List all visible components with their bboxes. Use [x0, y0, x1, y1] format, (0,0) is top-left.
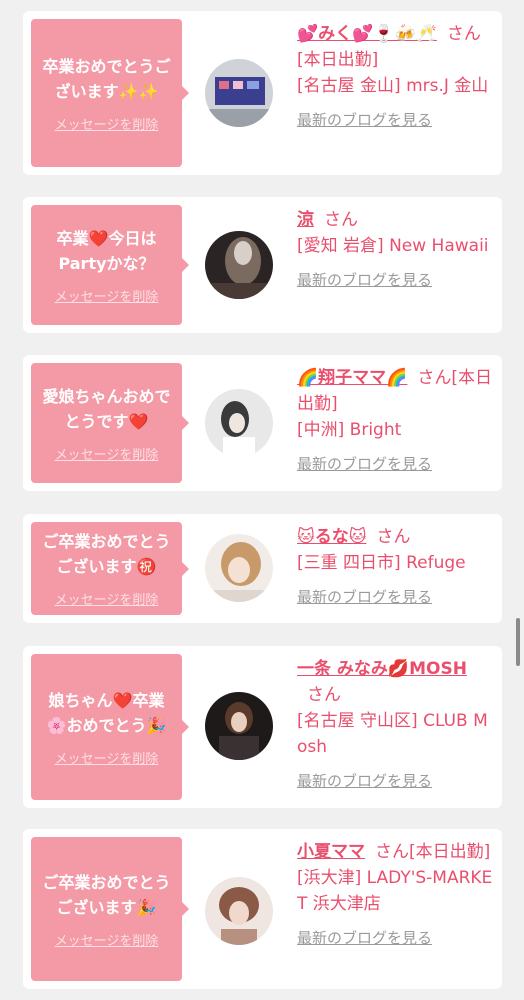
shop-location: [浜大津] LADY'S-MARKET 浜大津店 — [297, 868, 493, 914]
shop-location: [三重 四日市] Refuge — [297, 553, 466, 573]
latest-blog-link[interactable]: 最新のブログを見る — [297, 768, 493, 794]
avatar[interactable] — [205, 692, 273, 760]
sender-info: 一条 みなみ💋MOSH さん [名古屋 守山区] CLUB Mosh 最新のブログ… — [297, 656, 493, 794]
sender-info: 💕みく💕🍷🍻🥂 さん[本日出勤] [名古屋 金山] mrs.J 金山 最新のブログ… — [297, 21, 493, 133]
message-text: ご卒業おめでとうございます🎉 — [42, 872, 171, 917]
avatar[interactable] — [205, 534, 273, 602]
message-card: 愛娘ちゃんおめでとうです❤️ メッセージを削除 🌈翔子ママ🌈 さん[本日出勤] [… — [23, 355, 502, 491]
delete-message-link[interactable]: メッセージを削除 — [55, 589, 159, 608]
sender-name-link[interactable]: 涼 — [297, 210, 314, 230]
latest-blog-link[interactable]: 最新のブログを見る — [297, 107, 493, 133]
sender-name-link[interactable]: 🌈翔子ママ🌈 — [297, 368, 407, 388]
shop-location: [名古屋 金山] mrs.J 金山 — [297, 76, 489, 96]
sender-name-link[interactable]: 💕みく💕🍷🍻🥂 — [297, 24, 437, 44]
avatar[interactable] — [205, 231, 273, 299]
message-text: 卒業おめでとうございます✨✨ — [42, 56, 171, 101]
avatar[interactable] — [205, 59, 273, 127]
shop-location: [中洲] Bright — [297, 420, 402, 440]
message-bubble: 娘ちゃん❤️卒業🌸おめでとう🎉 メッセージを削除 — [31, 654, 189, 800]
delete-message-link[interactable]: メッセージを削除 — [55, 748, 159, 767]
message-text: 娘ちゃん❤️卒業🌸おめでとう🎉 — [46, 690, 167, 735]
delete-message-link[interactable]: メッセージを削除 — [55, 286, 159, 305]
delete-message-link[interactable]: メッセージを削除 — [55, 930, 159, 949]
delete-message-link[interactable]: メッセージを削除 — [55, 114, 159, 133]
sender-info: 小夏ママ さん[本日出勤] [浜大津] LADY'S-MARKET 浜大津店 最新… — [297, 839, 493, 951]
sender-suffix: さん — [376, 527, 411, 547]
message-card: 卒業おめでとうございます✨✨ メッセージを削除 💕みく💕🍷🍻🥂 さん[本日出勤] … — [23, 11, 502, 175]
sender-info: 🐱るな🐱 さん [三重 四日市] Refuge 最新のブログを見る — [297, 524, 493, 610]
latest-blog-link[interactable]: 最新のブログを見る — [297, 267, 493, 293]
message-text: 愛娘ちゃんおめでとうです❤️ — [42, 386, 171, 431]
sender-suffix: さん — [324, 210, 358, 230]
sender-name-link[interactable]: 一条 みなみ💋MOSH — [297, 659, 467, 679]
message-card: ご卒業おめでとうございます㊗️ メッセージを削除 🐱るな🐱 さん [三重 四日市]… — [23, 514, 502, 623]
avatar[interactable] — [205, 389, 273, 457]
message-bubble: ご卒業おめでとうございます🎉 メッセージを削除 — [31, 837, 189, 981]
delete-message-link[interactable]: メッセージを削除 — [55, 444, 159, 463]
shop-location: [愛知 岩倉] New Hawaii — [297, 236, 489, 256]
message-bubble: 愛娘ちゃんおめでとうです❤️ メッセージを削除 — [31, 363, 189, 483]
message-bubble: 卒業❤️今日はPartyかな？ メッセージを削除 — [31, 205, 189, 325]
sender-suffix: さん[本日出勤] — [375, 842, 491, 862]
message-card: 娘ちゃん❤️卒業🌸おめでとう🎉 メッセージを削除 一条 みなみ💋MOSH さん [… — [23, 646, 502, 808]
vertical-scrollbar[interactable] — [516, 618, 520, 666]
avatar[interactable] — [205, 877, 273, 945]
latest-blog-link[interactable]: 最新のブログを見る — [297, 584, 493, 610]
message-text: ご卒業おめでとうございます㊗️ — [42, 532, 171, 576]
sender-suffix: さん — [307, 685, 341, 705]
sender-info: 🌈翔子ママ🌈 さん[本日出勤] [中洲] Bright 最新のブログを見る — [297, 365, 493, 477]
message-card: ご卒業おめでとうございます🎉 メッセージを削除 小夏ママ さん[本日出勤] [浜大… — [23, 829, 502, 989]
shop-location: [名古屋 守山区] CLUB Mosh — [297, 711, 488, 757]
message-text: 卒業❤️今日はPartyかな？ — [56, 228, 157, 273]
sender-name-link[interactable]: 🐱るな🐱 — [297, 527, 366, 547]
latest-blog-link[interactable]: 最新のブログを見る — [297, 925, 493, 951]
latest-blog-link[interactable]: 最新のブログを見る — [297, 451, 493, 477]
message-bubble: 卒業おめでとうございます✨✨ メッセージを削除 — [31, 19, 189, 167]
sender-name-link[interactable]: 小夏ママ — [297, 842, 365, 862]
message-card: 卒業❤️今日はPartyかな？ メッセージを削除 涼さん [愛知 岩倉] New… — [23, 197, 502, 333]
sender-info: 涼さん [愛知 岩倉] New Hawaii 最新のブログを見る — [297, 207, 493, 293]
message-bubble: ご卒業おめでとうございます㊗️ メッセージを削除 — [31, 522, 189, 615]
